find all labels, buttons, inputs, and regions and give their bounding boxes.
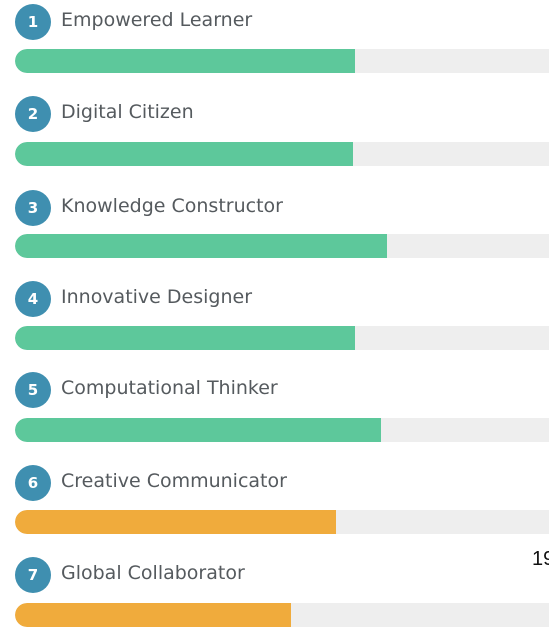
progress-track xyxy=(15,326,549,350)
progress-track xyxy=(15,49,549,73)
item-number-badge: 5 xyxy=(15,372,51,408)
item-number-badge: 1 xyxy=(15,4,51,40)
progress-track xyxy=(15,234,549,258)
item-number-badge: 3 xyxy=(15,190,51,226)
progress-fill xyxy=(15,326,355,350)
progress-track xyxy=(15,510,549,534)
stray-number-text: 19 xyxy=(532,548,549,570)
item-label: Empowered Learner xyxy=(61,9,253,31)
progress-track xyxy=(15,603,549,627)
progress-track xyxy=(15,418,549,442)
item-label: Creative Communicator xyxy=(61,470,287,492)
item-number-badge: 6 xyxy=(15,465,51,501)
item-label: Digital Citizen xyxy=(61,101,194,123)
progress-fill xyxy=(15,603,292,627)
item-number-badge: 4 xyxy=(15,281,51,317)
item-number-badge: 2 xyxy=(15,96,51,132)
item-label: Innovative Designer xyxy=(61,286,253,308)
progress-fill xyxy=(15,510,336,534)
progress-fill xyxy=(15,49,355,73)
item-number-badge: 7 xyxy=(15,557,51,593)
progress-fill xyxy=(15,142,354,166)
item-label: Computational Thinker xyxy=(61,377,278,399)
item-label: Global Collaborator xyxy=(61,562,245,584)
progress-fill xyxy=(15,418,381,442)
item-label: Knowledge Constructor xyxy=(61,195,283,217)
progress-track xyxy=(15,142,549,166)
progress-fill xyxy=(15,234,388,258)
